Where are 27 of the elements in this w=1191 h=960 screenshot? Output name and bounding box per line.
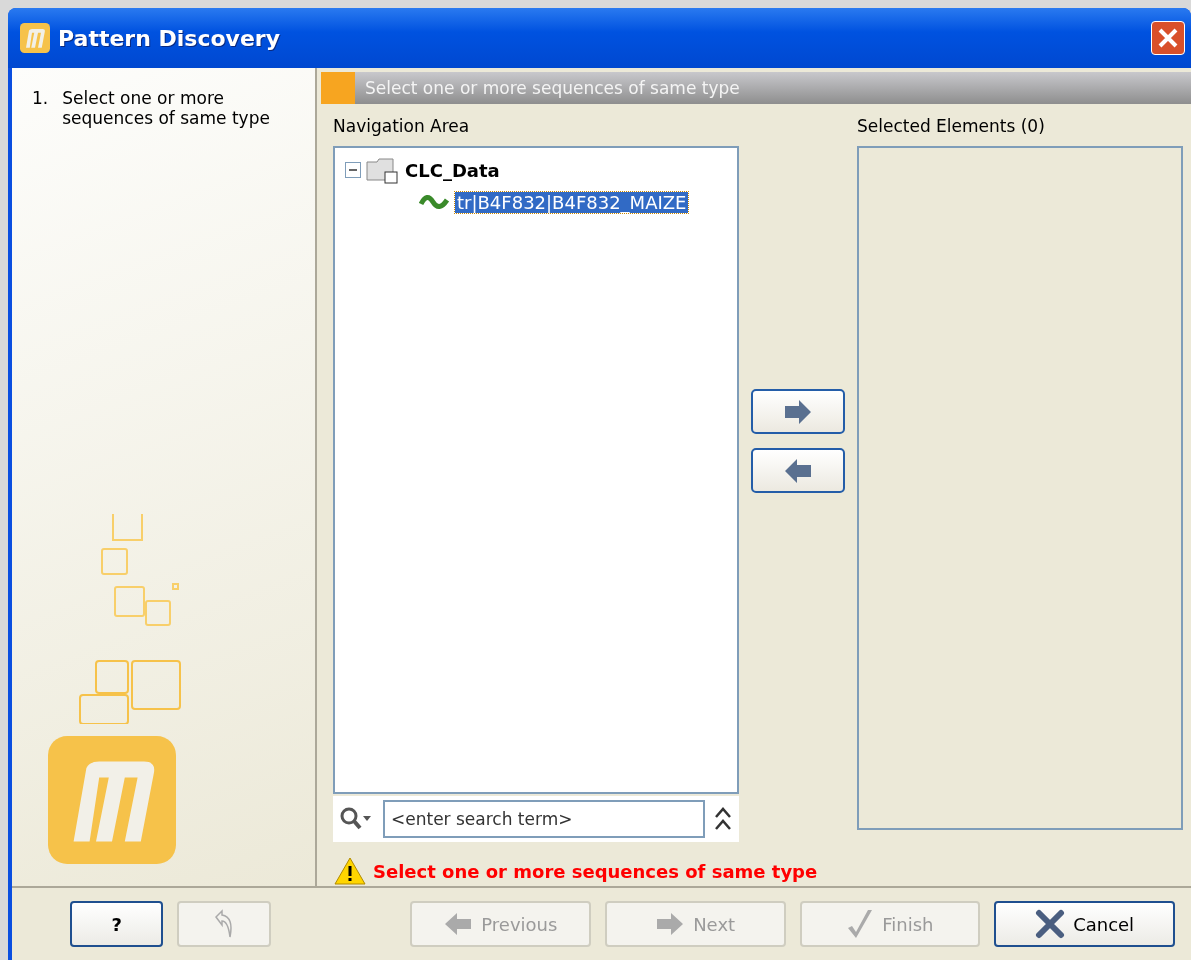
search-field[interactable]: <enter search term>: [383, 800, 705, 838]
sequence-wave-icon: [419, 192, 451, 212]
selected-elements-label: Selected Elements (0): [857, 116, 1046, 136]
warning-icon: [333, 856, 367, 886]
step-label: Select one or more sequences of same type: [62, 88, 271, 128]
remove-button[interactable]: [751, 448, 845, 493]
folder-icon: [365, 156, 399, 184]
navigation-area-label: Navigation Area: [333, 116, 471, 136]
cancel-button[interactable]: Cancel: [994, 901, 1175, 947]
header-title: Select one or more sequences of same type: [364, 78, 740, 98]
step-number: 1.: [32, 88, 49, 110]
window-title: Pattern Discovery: [58, 25, 281, 51]
close-button[interactable]: [1151, 21, 1185, 55]
right-arrow-icon: [783, 397, 813, 426]
x-icon: [1035, 909, 1066, 939]
tree-item[interactable]: tr|B4F832|B4F832_MAIZE: [455, 191, 689, 213]
left-arrow-icon: [443, 911, 474, 937]
warning-message: Select one or more sequences of same type: [373, 860, 818, 882]
tree-item[interactable]: CLC_Data: [403, 159, 502, 181]
header-accent-icon: [321, 72, 355, 104]
app-logo-icon: [20, 23, 50, 53]
app-logo-icon: [48, 736, 176, 864]
checkmark-icon: [846, 908, 875, 940]
collapse-toggle[interactable]: [345, 162, 361, 178]
close-icon: [1157, 27, 1179, 49]
help-button[interactable]: ?: [70, 901, 164, 947]
add-button[interactable]: [751, 389, 845, 434]
